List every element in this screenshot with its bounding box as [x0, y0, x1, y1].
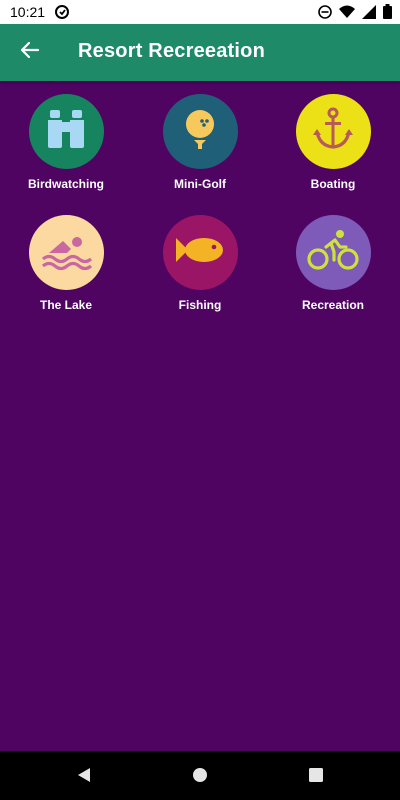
tile-label: Boating — [310, 177, 356, 191]
tile-label: Birdwatching — [27, 177, 104, 191]
tile-circle — [162, 215, 238, 290]
anchor-icon — [308, 104, 358, 159]
home-circle-icon[interactable] — [192, 767, 208, 788]
arrow-left-icon — [20, 40, 40, 65]
tile-circle — [28, 215, 104, 290]
tile-circle — [162, 94, 238, 169]
fish-icon — [172, 230, 228, 275]
tile-birdwatching[interactable]: Birdwatching — [6, 94, 126, 204]
binoculars-icon — [41, 104, 91, 159]
status-time: 10:21 — [10, 4, 46, 20]
cyclist-icon — [306, 225, 360, 280]
swimmer-icon — [39, 225, 93, 280]
tile-boating[interactable]: Boating — [273, 94, 393, 204]
tile-circle — [295, 215, 371, 290]
tile-recreation[interactable]: Recreation — [273, 215, 393, 325]
app-bar: Resort Recreeation — [0, 24, 400, 81]
tile-label: Mini-Golf — [174, 177, 226, 191]
wifi-icon — [339, 5, 355, 19]
tile-the-lake[interactable]: The Lake — [6, 215, 126, 325]
status-bar: 10:21 — [0, 0, 400, 24]
page-title: Resort Recreeation — [78, 40, 265, 62]
golf-ball-icon — [175, 104, 225, 159]
cellular-icon — [362, 4, 376, 19]
system-nav-bar — [0, 751, 400, 800]
back-triangle-icon[interactable] — [76, 767, 92, 788]
tile-label: Recreation — [301, 298, 365, 312]
tile-circle — [28, 94, 104, 169]
back-button[interactable] — [12, 34, 48, 70]
recents-square-icon[interactable] — [308, 767, 324, 788]
battery-icon — [383, 4, 392, 19]
tile-fishing[interactable]: Fishing — [140, 215, 260, 325]
do-not-disturb-icon — [318, 4, 332, 19]
tile-label: Fishing — [178, 298, 222, 312]
circle-app-icon — [54, 4, 70, 20]
tile-label: The Lake — [39, 298, 93, 312]
tile-mini-golf[interactable]: Mini-Golf — [140, 94, 260, 204]
tile-circle — [295, 94, 371, 169]
